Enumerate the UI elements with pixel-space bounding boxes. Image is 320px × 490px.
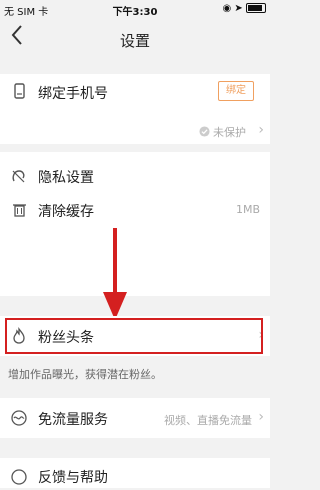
privacy-row[interactable]: 隐私设置 [0, 152, 270, 200]
bind-phone-row[interactable]: 绑定手机号 绑定 未保护 › [0, 74, 270, 144]
bind-phone-label: 绑定手机号 [38, 86, 108, 102]
bind-button[interactable]: 绑定 [218, 81, 254, 101]
protection-status: 未保护 [198, 124, 246, 140]
help-icon [10, 468, 28, 486]
feedback-row[interactable]: 反馈与帮助 [0, 458, 270, 488]
fans-headline-hint: 增加作品曝光，获得潜在粉丝。 [8, 368, 162, 381]
free-traffic-label: 免流量服务 [38, 412, 108, 428]
chevron-right-icon: › [258, 409, 264, 425]
status-icons: ◉ ➤ [222, 3, 266, 14]
clear-cache-row[interactable]: 清除缓存 1MB [0, 196, 270, 296]
cache-size: 1MB [235, 203, 260, 216]
privacy-label: 隐私设置 [38, 170, 94, 186]
orientation-lock-icon: ◉ [222, 3, 232, 14]
wave-icon [10, 409, 28, 427]
free-traffic-row[interactable]: 免流量服务 视频、直播免流量 › [0, 398, 270, 438]
protection-status-text: 未保护 [213, 126, 246, 139]
annotation-arrow [103, 228, 127, 320]
free-traffic-desc: 视频、直播免流量 [164, 414, 252, 427]
highlight-box [5, 318, 263, 354]
battery-icon [246, 3, 266, 13]
phone-icon [10, 82, 28, 100]
feedback-label: 反馈与帮助 [38, 470, 108, 486]
clear-cache-label: 清除缓存 [38, 204, 94, 220]
chevron-right-icon: › [258, 122, 264, 138]
privacy-icon [10, 167, 28, 185]
status-bar: 无 SIM 卡 下午3:30 ◉ ➤ [0, 0, 270, 18]
shield-check-icon [198, 126, 214, 139]
nav-bar: 设置 [0, 18, 270, 62]
location-icon: ➤ [234, 3, 243, 14]
page-title: 设置 [119, 32, 150, 50]
trash-icon [10, 201, 28, 219]
